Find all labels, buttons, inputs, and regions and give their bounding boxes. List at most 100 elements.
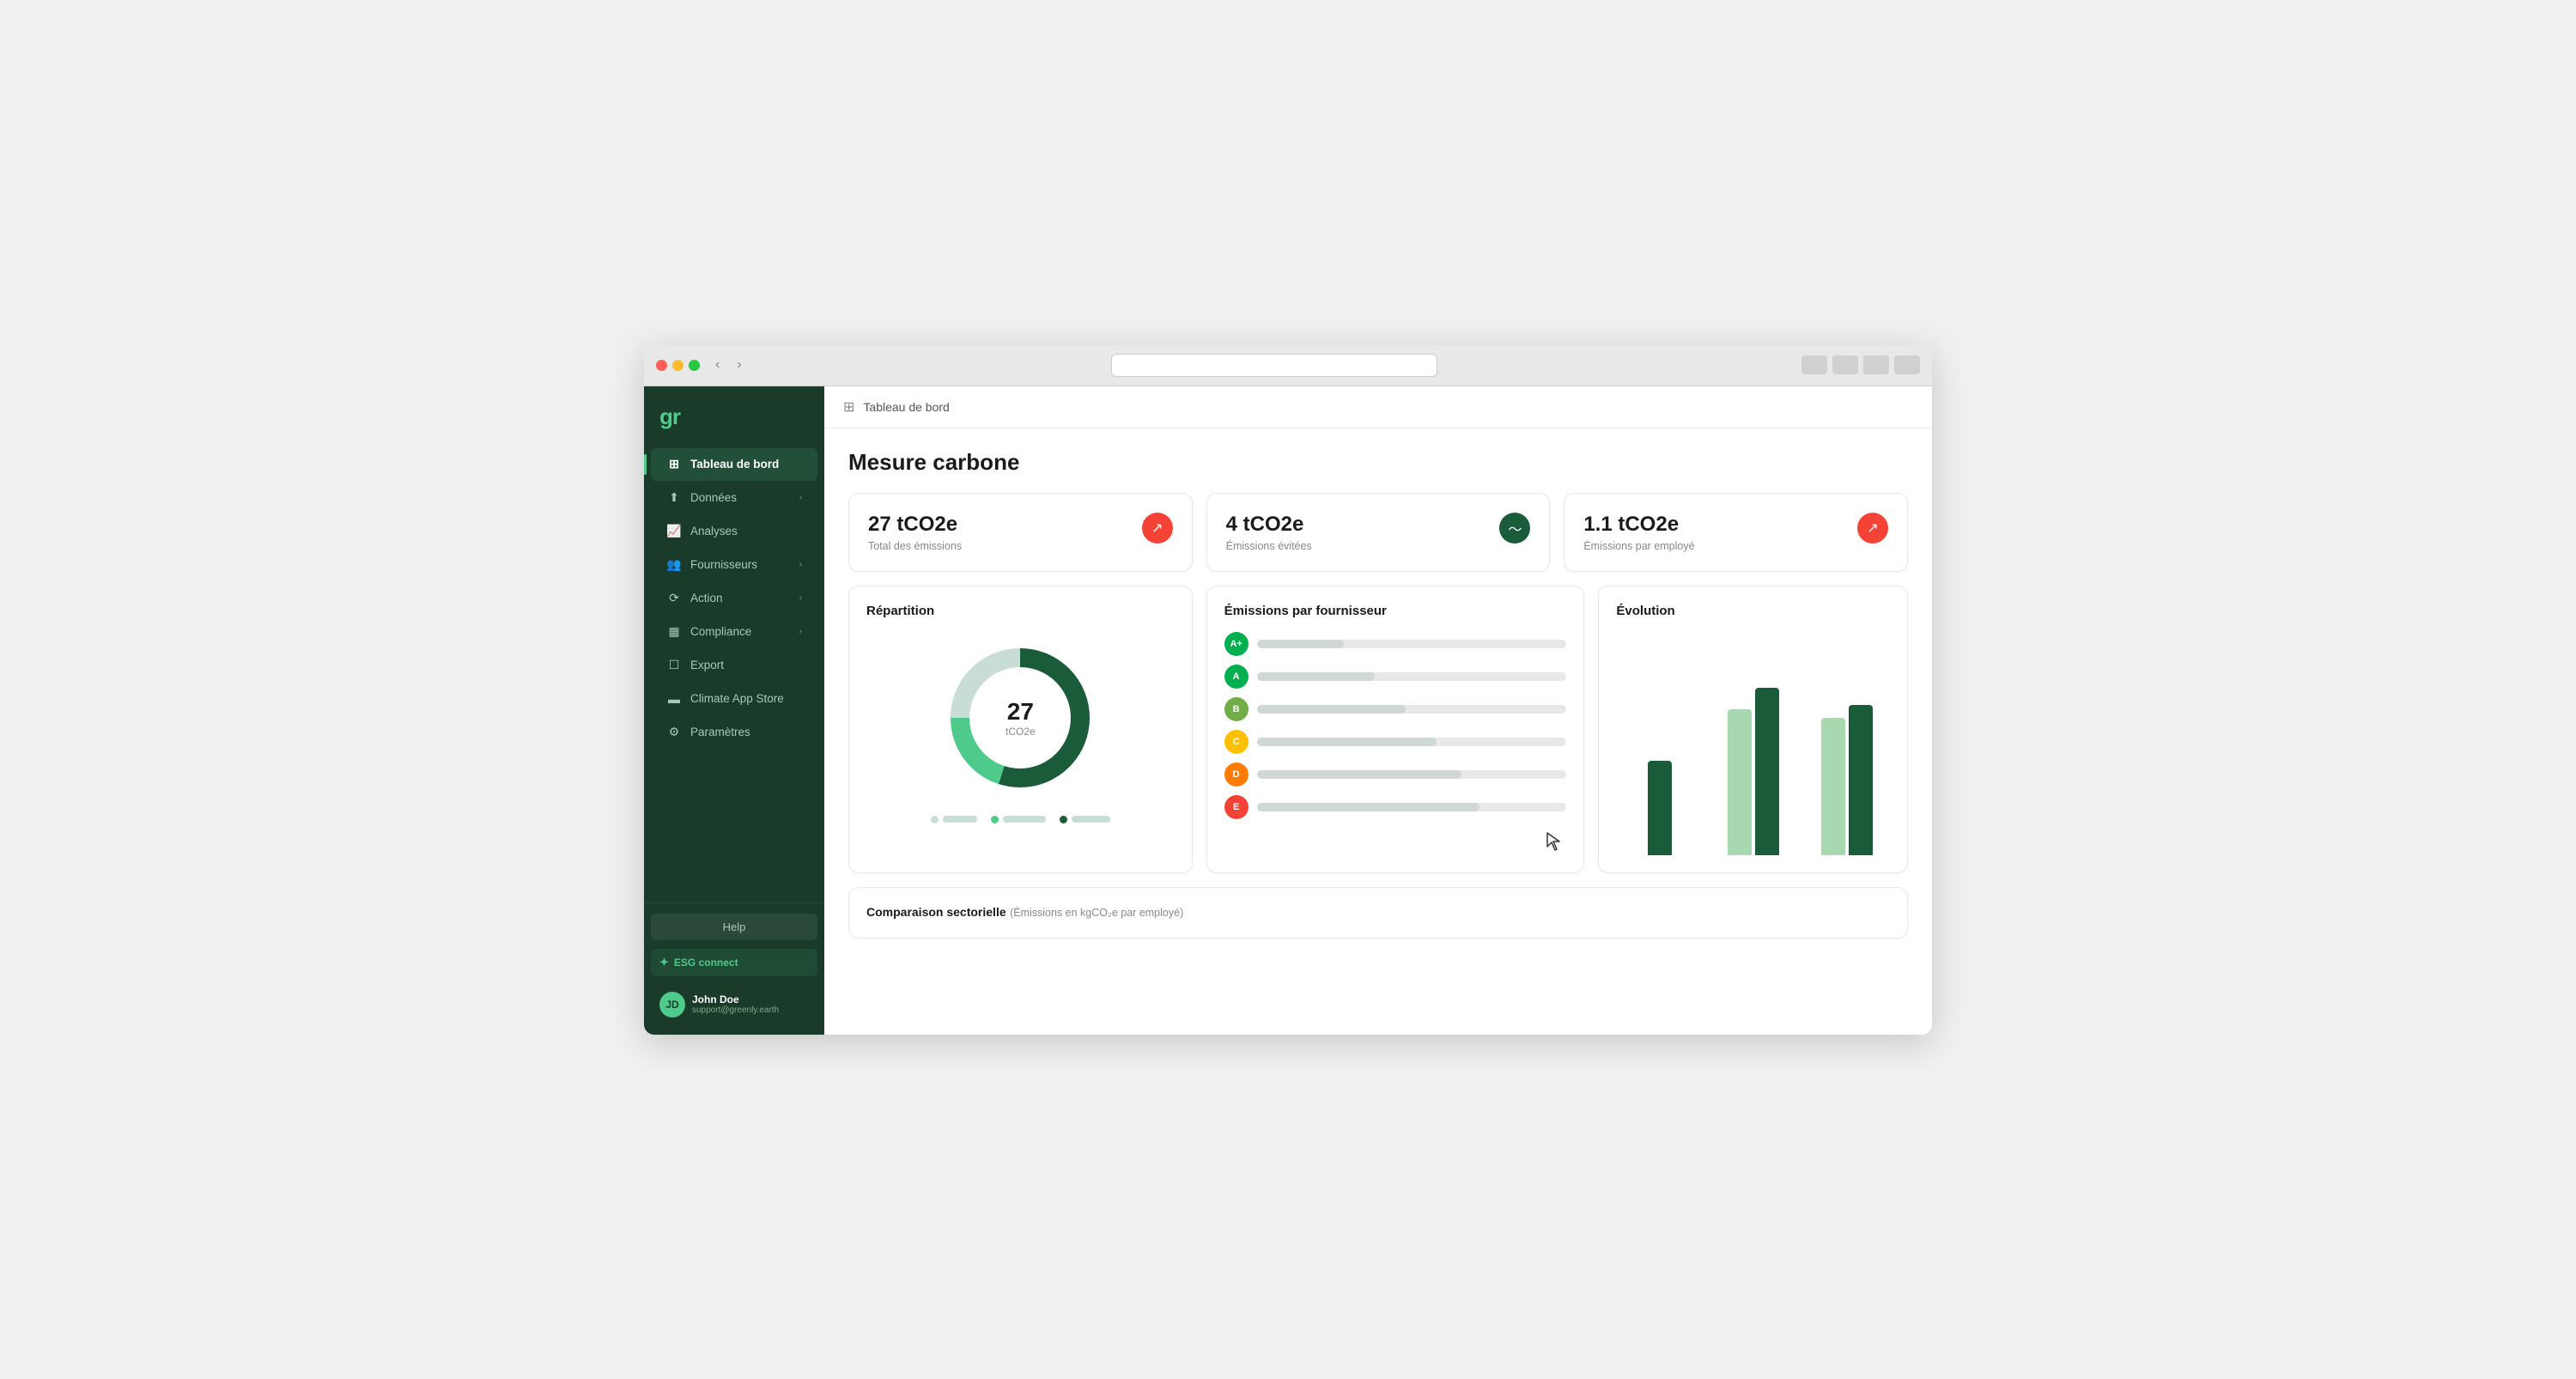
supplier-badge-e: E (1224, 795, 1249, 819)
address-bar: app.greenly.earth (757, 354, 1791, 377)
content-area: Mesure carbone 27 tCO2e Total des émissi… (824, 428, 1932, 1035)
chevron-icon: › (799, 593, 802, 603)
comparaison-title: Comparaison sectorielle (866, 905, 1006, 919)
user-name: John Doe (692, 993, 779, 1005)
user-info[interactable]: JD John Doe support@greenly.earth (651, 985, 817, 1024)
supplier-badge-d: D (1224, 762, 1249, 787)
browser-window: ‹ › app.greenly.earth gr ⊞ Tableau de bo… (644, 345, 1932, 1035)
help-button[interactable]: Help (651, 914, 817, 940)
fournisseurs-icon: 👥 (666, 557, 682, 573)
supplier-list: A+ A (1224, 632, 1567, 819)
browser-dots (656, 360, 700, 371)
sidebar-item-export[interactable]: ☐ Export (651, 649, 817, 682)
donut-center: 27 tCO2e (1005, 698, 1036, 738)
sidebar-item-parametres[interactable]: ⚙ Paramètres (651, 716, 817, 749)
browser-actions (1801, 355, 1920, 374)
topbar: ⊞ Tableau de bord (824, 386, 1932, 428)
supplier-item-d: D (1224, 762, 1567, 787)
donut-unit: tCO2e (1005, 726, 1036, 738)
kpi-info: 4 tCO2e Émissions évitées (1226, 513, 1312, 552)
sidebar-item-action[interactable]: ⟳ Action › (651, 582, 817, 615)
kpi-card-total-emissions: 27 tCO2e Total des émissions ↗ (848, 493, 1193, 572)
kpi-label: Émissions par employé (1583, 540, 1694, 552)
minimize-button[interactable] (672, 360, 683, 371)
supplier-bar-wrap (1257, 705, 1567, 714)
supplier-bar (1257, 803, 1480, 811)
user-avatar: JD (659, 992, 685, 1018)
donut-chart: 27 tCO2e (943, 641, 1097, 795)
sidebar-item-fournisseurs[interactable]: 👥 Fournisseurs › (651, 549, 817, 581)
topbar-dashboard-icon: ⊞ (843, 398, 854, 416)
bar-dark-3 (1849, 705, 1873, 855)
supplier-bar (1257, 738, 1437, 746)
analyses-icon: 📈 (666, 524, 682, 539)
comparaison-subtitle: (Émissions en kgCO₂e par employé) (1010, 907, 1183, 919)
legend-bar-3 (1072, 816, 1110, 823)
evolution-title: Évolution (1616, 604, 1890, 618)
sidebar-item-label: Export (690, 659, 724, 671)
sidebar-item-label: Paramètres (690, 726, 750, 738)
store-icon: ▬ (666, 691, 682, 707)
back-button[interactable]: ‹ (710, 355, 725, 374)
browser-action-4[interactable] (1894, 355, 1920, 374)
sidebar-item-tableau-de-bord[interactable]: ⊞ Tableau de bord (651, 448, 817, 481)
supplier-badge-b: B (1224, 697, 1249, 721)
evolution-card: Évolution (1598, 586, 1908, 873)
kpi-value: 27 tCO2e (868, 513, 962, 537)
bar-light-2 (1728, 709, 1752, 855)
main-content: ⊞ Tableau de bord Mesure carbone 27 tCO2… (824, 386, 1932, 1035)
action-icon: ⟳ (666, 591, 682, 606)
data-icon: ⬆ (666, 490, 682, 506)
sidebar-item-label: Compliance (690, 625, 751, 638)
settings-icon: ⚙ (666, 725, 682, 740)
browser-action-1[interactable] (1801, 355, 1827, 374)
legend-item-2 (991, 816, 1046, 823)
export-icon: ☐ (666, 658, 682, 673)
supplier-bar (1257, 705, 1406, 714)
repartition-title: Répartition (866, 604, 1175, 618)
sidebar-item-climate-app-store[interactable]: ▬ Climate App Store (651, 683, 817, 715)
supplier-item-e: E (1224, 795, 1567, 819)
sidebar-item-donnees[interactable]: ⬆ Données › (651, 482, 817, 514)
bar-dark-2 (1755, 688, 1779, 855)
close-button[interactable] (656, 360, 667, 371)
kpi-info: 1.1 tCO2e Émissions par employé (1583, 513, 1694, 552)
compliance-icon: ▦ (666, 624, 682, 640)
supplier-bar (1257, 640, 1344, 648)
sidebar: gr ⊞ Tableau de bord ⬆ Données › 📈 Analy… (644, 386, 824, 1035)
forward-button[interactable]: › (732, 355, 746, 374)
supplier-item-c: C (1224, 730, 1567, 754)
url-input[interactable]: app.greenly.earth (1111, 354, 1437, 377)
evolution-chart (1616, 632, 1890, 855)
chevron-icon: › (799, 560, 802, 569)
supplier-bar-wrap (1257, 640, 1567, 648)
browser-chrome: ‹ › app.greenly.earth (644, 345, 1932, 386)
comparaison-section: Comparaison sectorielle (Émissions en kg… (848, 887, 1908, 939)
supplier-bar-wrap (1257, 803, 1567, 811)
chevron-icon: › (799, 493, 802, 502)
esg-badge[interactable]: ✦ ESG connect (651, 949, 817, 976)
sidebar-item-label: Analyses (690, 525, 738, 538)
donut-container: 27 tCO2e (866, 632, 1175, 823)
donut-value: 27 (1005, 698, 1036, 726)
bar-group-3 (1803, 705, 1890, 855)
maximize-button[interactable] (689, 360, 700, 371)
dashboard-icon: ⊞ (666, 457, 682, 472)
browser-action-3[interactable] (1863, 355, 1889, 374)
legend-item-3 (1060, 816, 1110, 823)
kpi-badge-up: ↗ (1142, 513, 1173, 544)
sidebar-item-label: Fournisseurs (690, 558, 757, 571)
charts-row: Répartition (848, 586, 1908, 873)
user-initials: JD (665, 999, 678, 1011)
emissions-fournisseur-title: Émissions par fournisseur (1224, 604, 1567, 618)
legend-dot-1 (931, 816, 939, 823)
sidebar-item-label: Climate App Store (690, 692, 784, 705)
sidebar-bottom: Help ✦ ESG connect JD John Doe support@g… (644, 902, 824, 1035)
sidebar-item-analyses[interactable]: 📈 Analyses (651, 515, 817, 548)
esg-icon: ✦ (659, 956, 669, 969)
supplier-badge-aplus: A+ (1224, 632, 1249, 656)
browser-action-2[interactable] (1832, 355, 1858, 374)
supplier-bar-wrap (1257, 672, 1567, 681)
legend-bar-1 (943, 816, 977, 823)
sidebar-item-compliance[interactable]: ▦ Compliance › (651, 616, 817, 648)
